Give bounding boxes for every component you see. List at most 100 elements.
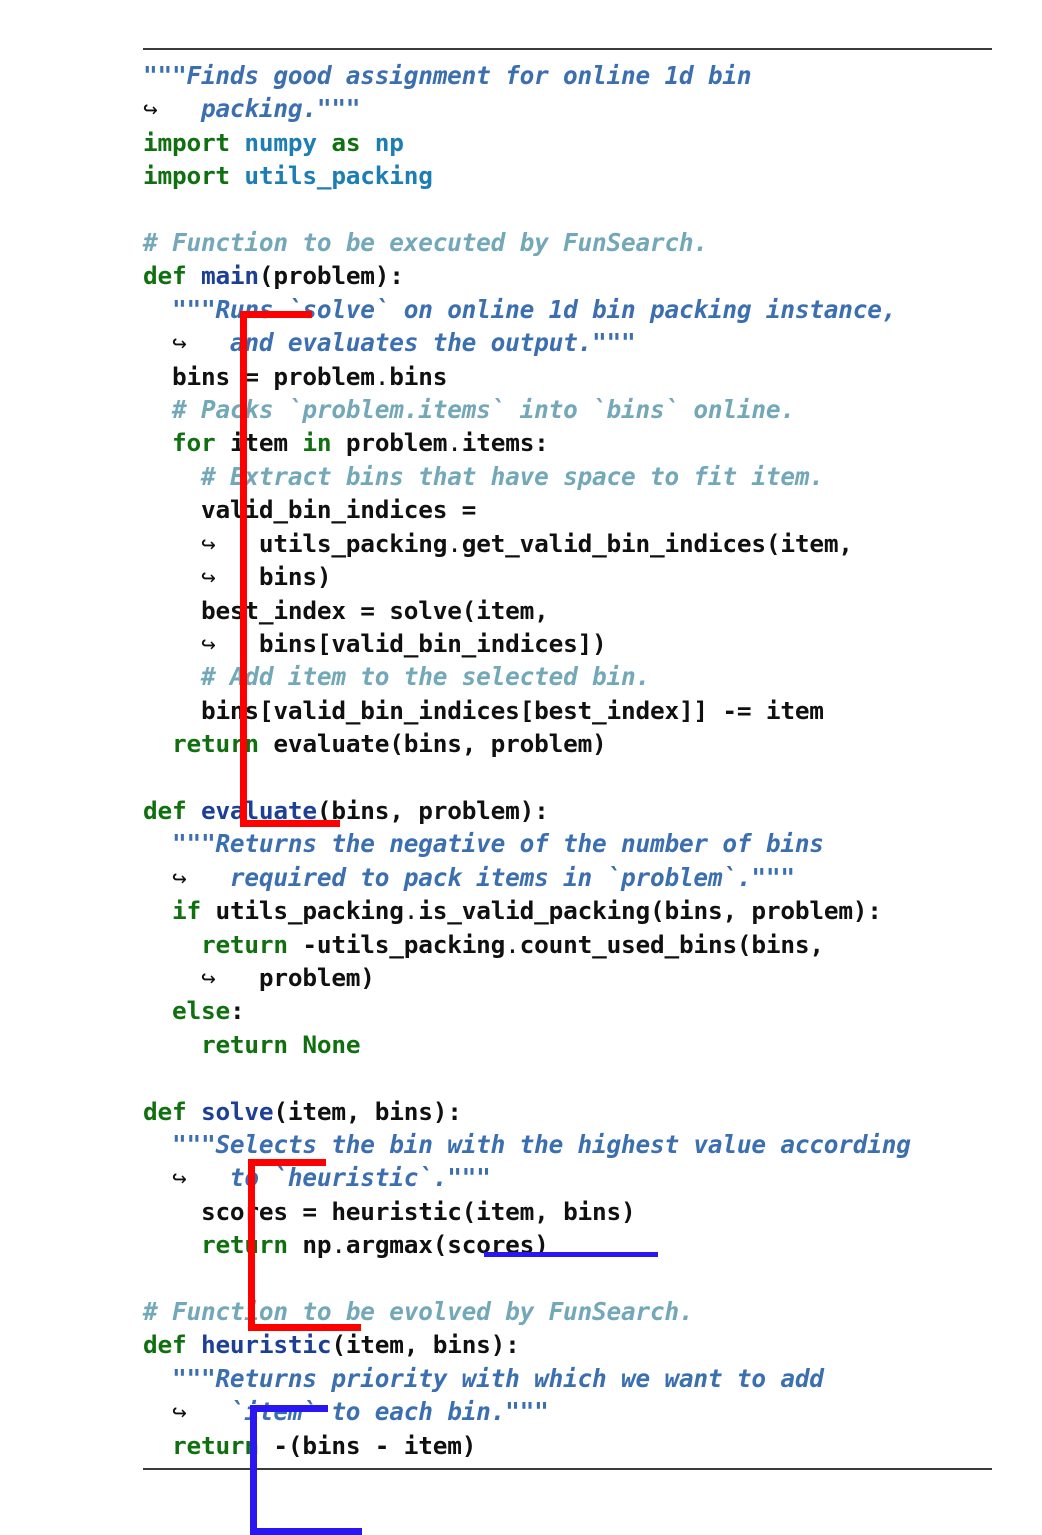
code-token-kw: def (143, 261, 201, 291)
code-token-kw: def (143, 1330, 201, 1360)
code-line: best_index = solve(item, (143, 594, 992, 627)
code-token-mod: np (374, 127, 404, 157)
code-line: bins = problem.bins (143, 360, 992, 393)
code-line: ↪ to `heuristic`.""" (143, 1161, 992, 1194)
code-token-txt: best_index = solve(item, (200, 595, 549, 625)
code-token-txt: count_used_bins(bins, (519, 929, 824, 959)
code-token-nm: evaluate (200, 795, 317, 825)
code-token-str: required to pack items in `problem`.""" (229, 862, 795, 892)
code-line: bins[valid_bin_indices[best_index]] -= i… (143, 694, 992, 727)
code-token-nm: solve (200, 1096, 274, 1126)
code-token-txt: is_valid_packing(bins, problem): (418, 896, 882, 926)
code-token-kw: None (302, 1029, 361, 1059)
line-continuation-arrow-icon: ↪ (143, 862, 230, 892)
code-token-nm: main (200, 261, 259, 291)
code-token-cont: . (505, 929, 520, 959)
code-token-nm: heuristic (200, 1330, 332, 1360)
code-token-str: """Selects the bin with the highest valu… (171, 1130, 911, 1159)
code-line: def main(problem): (143, 259, 992, 292)
code-token-kw: return (200, 1230, 303, 1260)
code-line: for item in problem.items: (143, 426, 992, 459)
code-token-txt: -utils_packing (302, 929, 506, 959)
code-token-kw: return (200, 1029, 303, 1059)
code-line: return evaluate(bins, problem) (143, 727, 992, 760)
code-token-cmt: # Function to be evolved by FunSearch. (143, 1297, 694, 1327)
code-line: if utils_packing.is_valid_packing(bins, … (143, 894, 992, 927)
code-token-str: to `heuristic`.""" (229, 1163, 491, 1193)
code-token-txt: item (229, 428, 303, 458)
code-token-txt: -(bins - item) (273, 1430, 477, 1460)
code-line: ↪ and evaluates the output.""" (143, 326, 992, 359)
code-token-txt: (item, bins): (331, 1330, 520, 1360)
code-token-txt: valid_bin_indices = (200, 495, 477, 525)
code-token-kw: def (143, 795, 201, 825)
code-line: # Add item to the selected bin. (143, 660, 992, 693)
code-line: """Finds good assignment for online 1d b… (143, 59, 992, 92)
code-token-kw: as (316, 127, 375, 157)
line-continuation-arrow-icon: ↪ (143, 328, 230, 358)
code-line: ↪ bins) (143, 560, 992, 593)
code-token-txt: (problem): (258, 261, 404, 291)
code-token-kw: else (171, 996, 230, 1026)
code-token-cont: . (374, 361, 390, 391)
line-continuation-arrow-icon: ↪ (143, 94, 201, 124)
code-line: ↪ `item` to each bin.""" (143, 1395, 992, 1428)
code-token-txt: items: (461, 428, 549, 458)
code-line: import numpy as np (143, 126, 992, 159)
code-line: ↪ problem) (143, 961, 992, 994)
code-line: else: (143, 994, 992, 1027)
code-line: import utils_packing (143, 159, 992, 192)
code-token-cont: . (331, 1230, 346, 1260)
code-token-cmt: # Function to be executed by FunSearch. (143, 228, 708, 258)
code-line: def solve(item, bins): (143, 1095, 992, 1128)
code-line: ↪ bins[valid_bin_indices]) (143, 627, 992, 660)
line-continuation-arrow-icon: ↪ (143, 562, 259, 592)
code-line: """Returns priority with which we want t… (143, 1362, 992, 1395)
code-token-kw: def (143, 1096, 201, 1126)
code-token-txt: np (302, 1230, 332, 1260)
code-line: ↪ utils_packing.get_valid_bin_indices(it… (143, 527, 992, 560)
code-token-cmt: # Add item to the selected bin. (200, 662, 650, 692)
code-line: # Packs `problem.items` into `bins` onli… (143, 393, 992, 426)
code-token-txt: : (229, 996, 245, 1026)
code-line: ↪ packing.""" (143, 92, 992, 125)
code-token-str: `item` to each bin.""" (229, 1397, 549, 1427)
line-continuation-arrow-icon: ↪ (143, 962, 259, 992)
code-line-blank (143, 1262, 992, 1295)
code-line: return -utils_packing.count_used_bins(bi… (143, 928, 992, 961)
code-line: def evaluate(bins, problem): (143, 794, 992, 827)
line-continuation-arrow-icon: ↪ (143, 1397, 230, 1427)
bracket-bottom-arm (250, 1528, 362, 1535)
code-line: return None (143, 1028, 992, 1061)
code-line: valid_bin_indices = (143, 493, 992, 526)
code-token-txt: scores = heuristic(item, bins) (200, 1196, 636, 1226)
code-token-cont: . (447, 528, 462, 558)
code-line: # Function to be executed by FunSearch. (143, 226, 992, 259)
code-token-txt: get_valid_bin_indices(item, (461, 528, 853, 558)
code-line-blank (143, 761, 992, 794)
code-token-txt: utils_packing (215, 896, 404, 926)
code-token-txt: problem (345, 428, 448, 458)
code-token-txt: evaluate(bins, problem) (273, 729, 607, 759)
code-line: """Returns the negative of the number of… (143, 827, 992, 860)
code-token-str: """Returns priority with which we want t… (171, 1363, 824, 1393)
